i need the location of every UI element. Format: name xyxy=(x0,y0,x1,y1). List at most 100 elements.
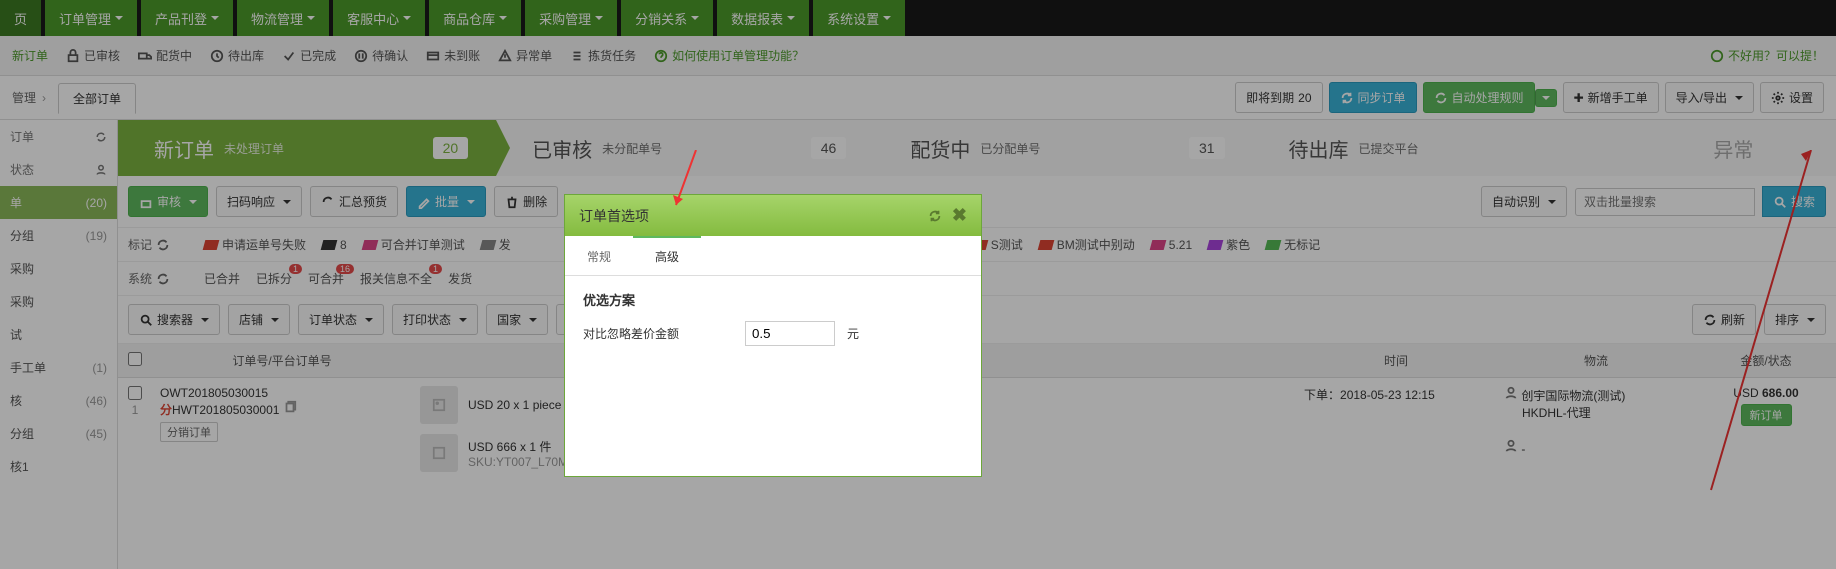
sidebar-item[interactable]: 核(46) xyxy=(0,384,117,417)
system-label[interactable]: 系统 xyxy=(128,270,188,287)
row-index: 1 xyxy=(132,403,139,417)
subnav-approved[interactable]: 已审核 xyxy=(66,47,120,64)
breadcrumb-tab[interactable]: 全部订单 xyxy=(58,83,136,114)
delete-button[interactable]: 删除 xyxy=(494,186,558,217)
tag-item[interactable]: 5.21 xyxy=(1151,238,1192,252)
tag-item[interactable]: 8 xyxy=(322,238,347,252)
filter-printstatus[interactable]: 打印状态 xyxy=(392,304,478,335)
lock-icon xyxy=(66,49,80,63)
chevron-down-icon xyxy=(115,16,123,20)
sidebar-item[interactable]: 手工单(1) xyxy=(0,351,117,384)
row-checkbox[interactable] xyxy=(128,386,142,400)
close-icon[interactable]: ✖ xyxy=(952,205,967,226)
refresh-icon[interactable] xyxy=(95,131,107,143)
subnav-confirm[interactable]: 待确认 xyxy=(354,47,408,64)
refresh-icon xyxy=(1434,91,1448,105)
nav-tab[interactable]: 商品仓库 xyxy=(429,0,521,36)
chevron-down-icon xyxy=(499,16,507,20)
tags-label[interactable]: 标记 xyxy=(128,236,188,253)
sidebar-item[interactable]: 分组(45) xyxy=(0,417,117,450)
subnav-feedback[interactable]: 不好用？可以提！ xyxy=(1710,47,1824,64)
filter-searcher[interactable]: 搜索器 xyxy=(128,304,220,335)
filter-country[interactable]: 国家 xyxy=(486,304,548,335)
pause-icon xyxy=(354,49,368,63)
auto-rules-button[interactable]: 自动处理规则 xyxy=(1423,82,1535,113)
search-button[interactable]: 搜索 xyxy=(1762,186,1826,217)
summary-button[interactable]: 汇总预货 xyxy=(310,186,398,217)
stage-out[interactable]: 待出库已提交平台 xyxy=(1253,120,1631,176)
batch-button[interactable]: 批量 xyxy=(406,186,486,217)
stage-approved[interactable]: 已审核未分配单号46 xyxy=(496,120,874,176)
filter-orderstatus[interactable]: 订单状态 xyxy=(298,304,384,335)
refresh-icon[interactable] xyxy=(928,209,942,223)
scan-button[interactable]: 扫码响应 xyxy=(216,186,302,217)
subnav-out[interactable]: 待出库 xyxy=(210,47,264,64)
sidebar-item[interactable]: 试 xyxy=(0,318,117,351)
subnav-done[interactable]: 已完成 xyxy=(282,47,336,64)
approve-button[interactable]: 审核 xyxy=(128,186,208,217)
nav-tab[interactable]: 分销关系 xyxy=(621,0,713,36)
subnav-unpaid[interactable]: 未到账 xyxy=(426,47,480,64)
filter-shop[interactable]: 店铺 xyxy=(228,304,290,335)
tab-general[interactable]: 常规 xyxy=(565,236,633,275)
nav-tab[interactable]: 系统设置 xyxy=(813,0,905,36)
sidebar-item[interactable]: 单(20) xyxy=(0,186,117,219)
sidebar-item[interactable]: 采购 xyxy=(0,285,117,318)
sys-split[interactable]: 已拆分1 xyxy=(256,270,292,287)
stage-picking[interactable]: 配货中已分配单号31 xyxy=(874,120,1252,176)
check-icon xyxy=(282,49,296,63)
user-icon[interactable] xyxy=(95,164,107,176)
sys-merged[interactable]: 已合并 xyxy=(204,270,240,287)
sidebar-item[interactable]: 采购 xyxy=(0,252,117,285)
tag-icon xyxy=(1149,240,1166,250)
nav-tab-orders[interactable]: 订单管理 xyxy=(45,0,137,36)
select-all-checkbox[interactable] xyxy=(128,352,142,366)
nav-tab[interactable]: 物流管理 xyxy=(237,0,329,36)
tag-item[interactable]: 无标记 xyxy=(1266,236,1320,253)
auto-detect-select[interactable]: 自动识别 xyxy=(1481,186,1567,217)
tag-item[interactable]: 申请运单号失败 xyxy=(204,236,306,253)
add-manual-button[interactable]: ✚ 新增手工单 xyxy=(1563,82,1659,113)
stage-new[interactable]: 新订单未处理订单20 xyxy=(118,120,496,176)
subnav-new-order[interactable]: 新订单 xyxy=(12,47,48,64)
tag-item[interactable]: BM测试中别动 xyxy=(1039,236,1135,253)
auto-rules-dropdown[interactable] xyxy=(1535,89,1557,107)
import-export-button[interactable]: 导入/导出 xyxy=(1665,82,1754,113)
sys-mergeable[interactable]: 可合并16 xyxy=(308,270,344,287)
nav-tab[interactable]: 采购管理 xyxy=(525,0,617,36)
field-unit: 元 xyxy=(847,325,859,342)
sidebar-item[interactable]: 分组(19) xyxy=(0,219,117,252)
platform-prefix: 分 xyxy=(160,403,172,417)
sys-customs[interactable]: 报关信息不全1 xyxy=(360,270,432,287)
tag-item[interactable]: 可合并订单测试 xyxy=(363,236,465,253)
sys-ship[interactable]: 发货 xyxy=(448,270,472,287)
trash-icon xyxy=(505,195,519,209)
nav-tab[interactable]: 产品刊登 xyxy=(141,0,233,36)
sort-button[interactable]: 排序 xyxy=(1764,304,1826,335)
expiring-button[interactable]: 即将到期 20 xyxy=(1235,82,1322,113)
nav-tab[interactable]: 数据报表 xyxy=(717,0,809,36)
sync-orders-button[interactable]: 同步订单 xyxy=(1329,82,1417,113)
nav-tab[interactable]: 页 xyxy=(0,0,41,36)
field-label: 对比忽略差价金额 xyxy=(583,325,733,342)
tag-item[interactable]: 紫色 xyxy=(1208,236,1250,253)
sidebar-item[interactable]: 订单 xyxy=(0,120,117,153)
sidebar-item[interactable]: 状态 xyxy=(0,153,117,186)
stage-exception[interactable]: 异常 xyxy=(1631,120,1836,176)
refresh-icon xyxy=(1340,91,1354,105)
nav-tab[interactable]: 客服中心 xyxy=(333,0,425,36)
copy-icon[interactable] xyxy=(283,400,297,414)
tab-advanced[interactable]: 高级 xyxy=(633,236,701,275)
sidebar-item[interactable]: 核1 xyxy=(0,450,117,483)
refresh-button[interactable]: 刷新 xyxy=(1692,304,1756,335)
tag-item[interactable]: 发 xyxy=(481,236,511,253)
subnav-picking[interactable]: 配货中 xyxy=(138,47,192,64)
tag-icon xyxy=(479,240,496,250)
subnav-exception[interactable]: 异常单 xyxy=(498,47,552,64)
price-diff-input[interactable] xyxy=(745,321,835,346)
batch-search-input[interactable] xyxy=(1575,188,1755,216)
subnav-tasks[interactable]: 拣货任务 xyxy=(570,47,636,64)
clock-icon xyxy=(210,49,224,63)
settings-button[interactable]: 设置 xyxy=(1760,82,1824,113)
subnav-help[interactable]: 如何使用订单管理功能？ xyxy=(654,47,804,64)
